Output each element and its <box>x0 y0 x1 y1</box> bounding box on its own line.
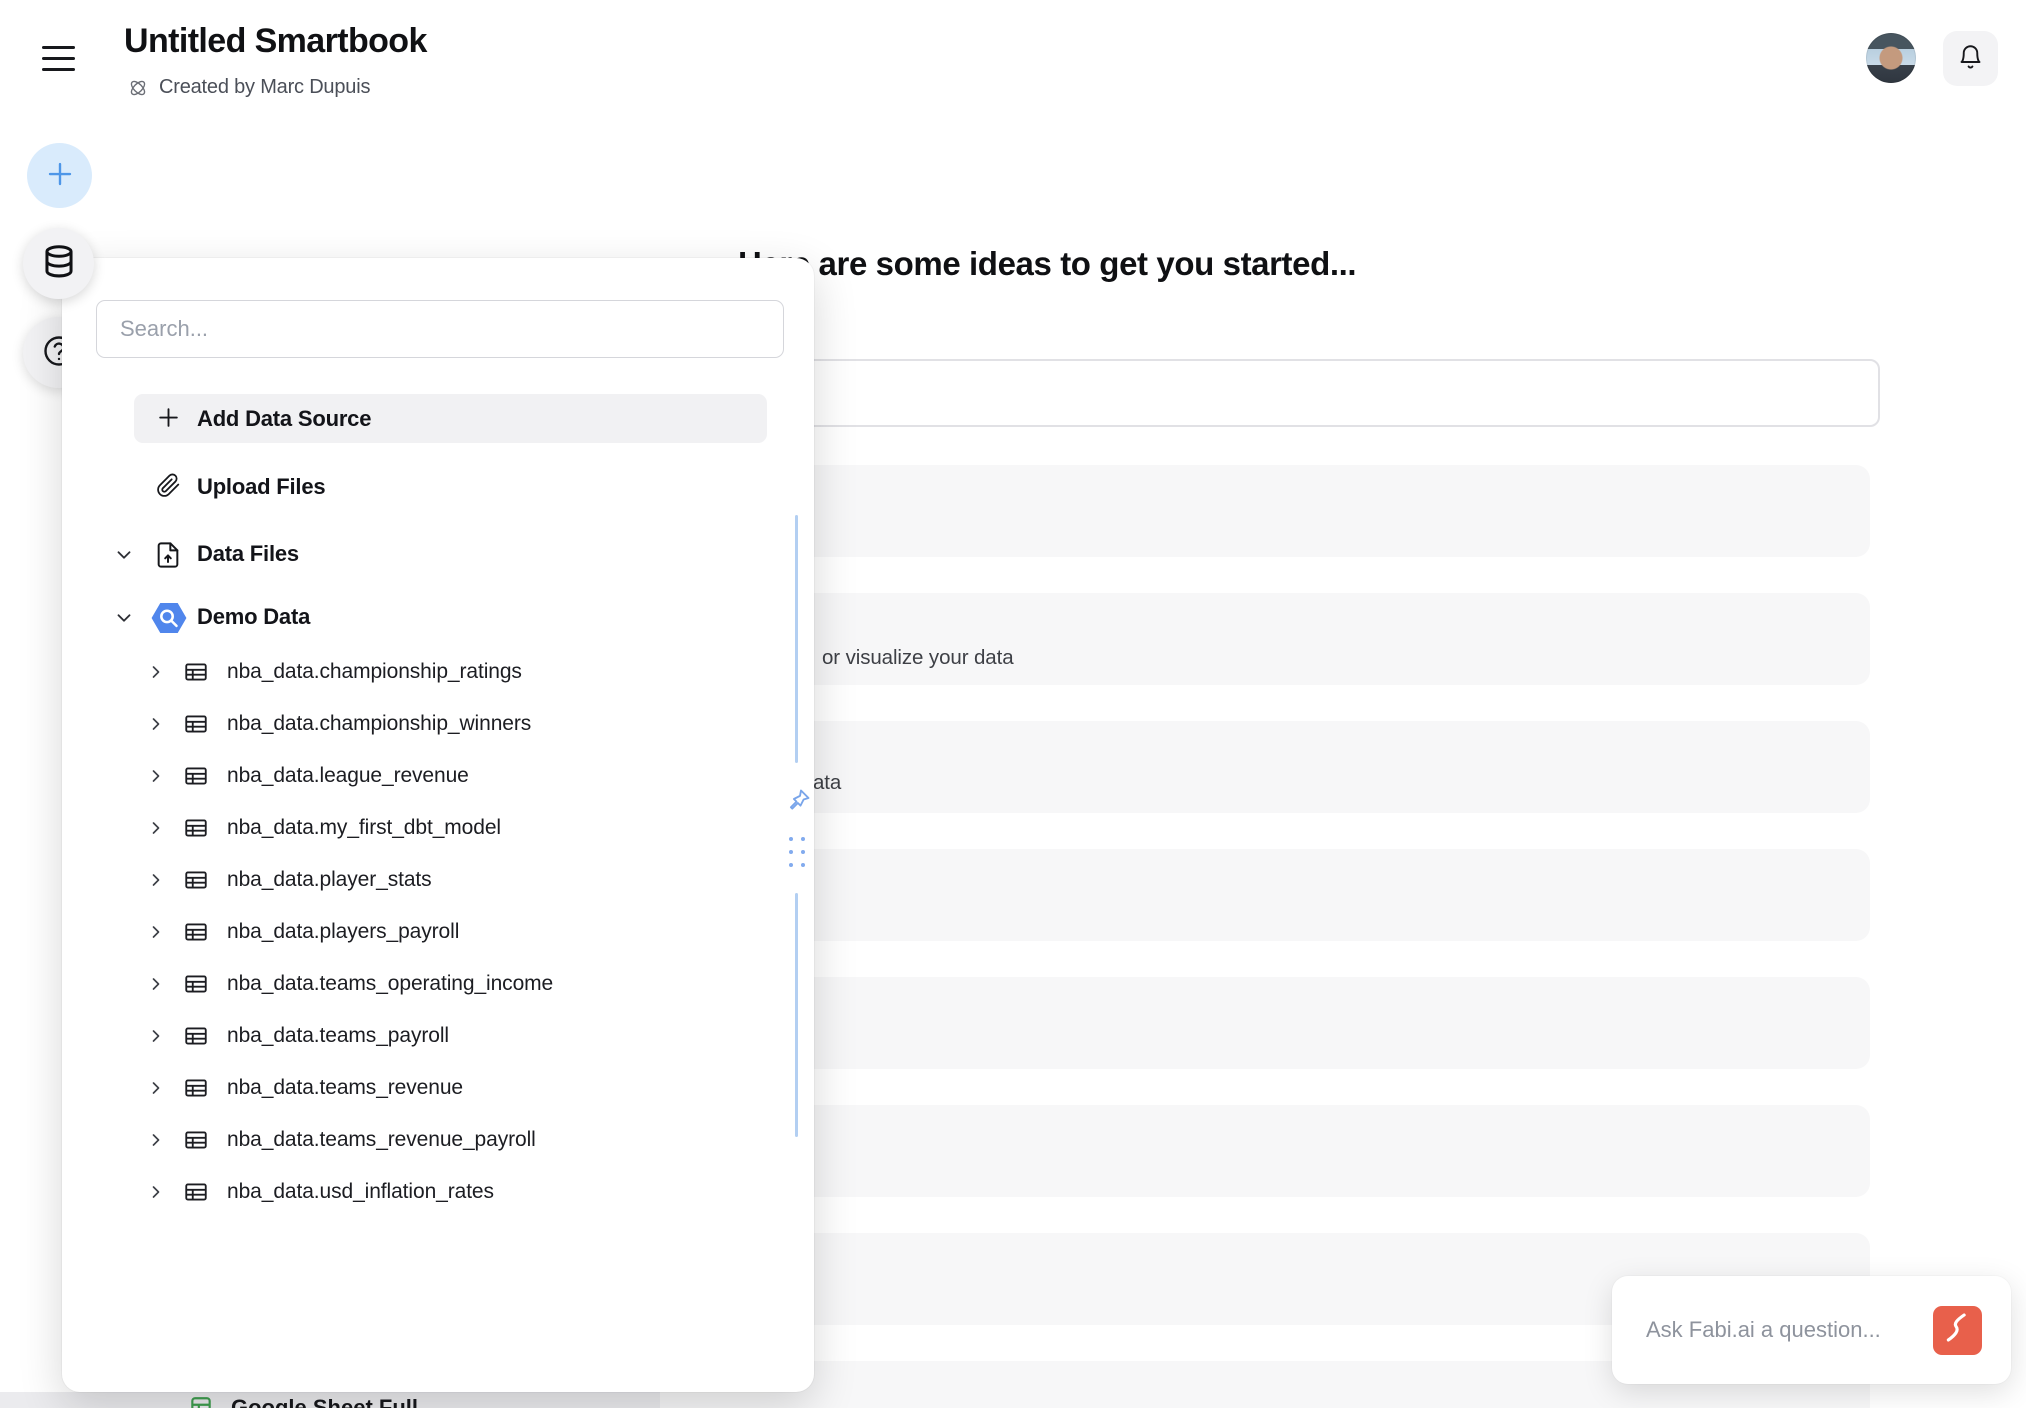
table-row[interactable]: nba_data.usd_inflation_rates <box>62 1166 814 1218</box>
data-files-label: Data Files <box>197 541 299 567</box>
table-name: nba_data.my_first_dbt_model <box>227 816 501 840</box>
table-icon <box>183 919 209 950</box>
data-sources-panel: Add Data Source Upload Files <box>62 258 814 1392</box>
file-upload-icon <box>154 541 182 574</box>
table-row[interactable]: nba_data.player_stats <box>62 854 814 906</box>
table-name: nba_data.player_stats <box>227 868 432 892</box>
database-icon <box>40 243 78 284</box>
add-data-source-button[interactable]: Add Data Source <box>134 394 767 443</box>
chevron-right-icon[interactable] <box>146 714 166 739</box>
chevron-right-icon[interactable] <box>146 818 166 843</box>
idea-card[interactable] <box>660 849 1870 941</box>
chevron-right-icon[interactable] <box>146 1182 166 1207</box>
chevron-right-icon[interactable] <box>146 870 166 895</box>
smartbook-atom-icon <box>127 77 149 99</box>
add-data-source-label: Add Data Source <box>197 406 371 432</box>
search-input[interactable] <box>96 300 784 358</box>
table-icon <box>183 1179 209 1210</box>
chevron-right-icon[interactable] <box>146 766 166 791</box>
fabi-send-button[interactable] <box>1933 1306 1982 1355</box>
table-name: nba_data.usd_inflation_rates <box>227 1180 494 1204</box>
app-root: Untitled Smartbook Created by Marc Dupui… <box>0 0 2026 1408</box>
hamburger-menu-icon[interactable] <box>40 42 80 78</box>
table-row[interactable]: nba_data.championship_ratings <box>62 646 814 698</box>
chevron-right-icon[interactable] <box>146 1026 166 1051</box>
table-icon <box>183 1127 209 1158</box>
user-avatar[interactable] <box>1866 33 1916 83</box>
table-name: nba_data.championship_winners <box>227 712 531 736</box>
table-row[interactable]: nba_data.teams_operating_income <box>62 958 814 1010</box>
ask-fabi-bar <box>1612 1276 2011 1384</box>
ideas-heading: Here are some ideas to get you started..… <box>738 245 1356 283</box>
idea-card-visualize[interactable]: or visualize your data <box>660 593 1870 685</box>
table-icon <box>183 815 209 846</box>
table-icon <box>183 1075 209 1106</box>
idea-card[interactable]: ata <box>660 721 1870 813</box>
add-cell-button[interactable] <box>27 143 92 208</box>
table-icon <box>183 763 209 794</box>
data-sources-button[interactable] <box>23 228 94 299</box>
bigquery-icon <box>150 599 188 642</box>
table-name: nba_data.championship_ratings <box>227 660 522 684</box>
table-name: nba_data.league_revenue <box>227 764 469 788</box>
fabi-logo-icon <box>1937 1308 1979 1353</box>
tree-group-data-files[interactable]: Data Files <box>62 530 814 580</box>
panel-resize-handle[interactable] <box>795 515 798 763</box>
idea-card-text: or visualize your data <box>822 646 1014 670</box>
pin-panel-icon[interactable] <box>784 785 814 815</box>
table-row[interactable]: nba_data.league_revenue <box>62 750 814 802</box>
chevron-down-icon[interactable] <box>113 544 135 571</box>
table-row[interactable]: nba_data.teams_revenue_payroll <box>62 1114 814 1166</box>
byline-text: Created by Marc Dupuis <box>159 76 370 99</box>
chevron-right-icon[interactable] <box>146 922 166 947</box>
demo-data-label: Demo Data <box>197 604 310 630</box>
table-row[interactable]: nba_data.teams_payroll <box>62 1010 814 1062</box>
drag-handle-icon[interactable] <box>789 837 807 871</box>
table-icon <box>183 971 209 1002</box>
chevron-right-icon[interactable] <box>146 1130 166 1155</box>
idea-card-text-fragment: ata <box>813 771 841 795</box>
google-sheet-label: Google Sheet Full <box>231 1395 418 1408</box>
google-sheet-icon <box>188 1395 214 1408</box>
plus-icon <box>45 159 75 192</box>
table-icon <box>183 1023 209 1054</box>
table-row[interactable]: nba_data.my_first_dbt_model <box>62 802 814 854</box>
table-name: nba_data.teams_payroll <box>227 1024 449 1048</box>
panel-resize-handle[interactable] <box>795 893 798 1137</box>
chevron-down-icon[interactable] <box>113 607 135 634</box>
idea-card[interactable] <box>660 465 1870 557</box>
table-name: nba_data.players_payroll <box>227 920 459 944</box>
table-name: nba_data.teams_revenue_payroll <box>227 1128 536 1152</box>
page-title: Untitled Smartbook <box>124 22 427 61</box>
idea-card[interactable] <box>660 1105 1870 1197</box>
paperclip-icon <box>156 473 181 501</box>
tree-group-demo-data[interactable]: Demo Data <box>62 593 814 643</box>
upload-files-button[interactable]: Upload Files <box>134 461 767 513</box>
table-name: nba_data.teams_revenue <box>227 1076 463 1100</box>
table-name: nba_data.teams_operating_income <box>227 972 553 996</box>
idea-card[interactable] <box>660 977 1870 1069</box>
chevron-right-icon[interactable] <box>146 662 166 687</box>
table-row[interactable]: nba_data.championship_winners <box>62 698 814 750</box>
table-icon <box>183 867 209 898</box>
chevron-right-icon[interactable] <box>146 1078 166 1103</box>
prompt-input-box[interactable] <box>660 359 1880 427</box>
table-row[interactable]: nba_data.players_payroll <box>62 906 814 958</box>
plus-icon <box>156 405 181 433</box>
table-row[interactable]: nba_data.teams_revenue <box>62 1062 814 1114</box>
table-icon <box>183 711 209 742</box>
notifications-button[interactable] <box>1943 31 1998 86</box>
upload-files-label: Upload Files <box>197 474 325 500</box>
chevron-right-icon[interactable] <box>146 974 166 999</box>
bell-icon <box>1957 44 1984 74</box>
ask-fabi-input[interactable] <box>1646 1276 1916 1384</box>
byline-row: Created by Marc Dupuis <box>127 76 370 99</box>
table-icon <box>183 659 209 690</box>
